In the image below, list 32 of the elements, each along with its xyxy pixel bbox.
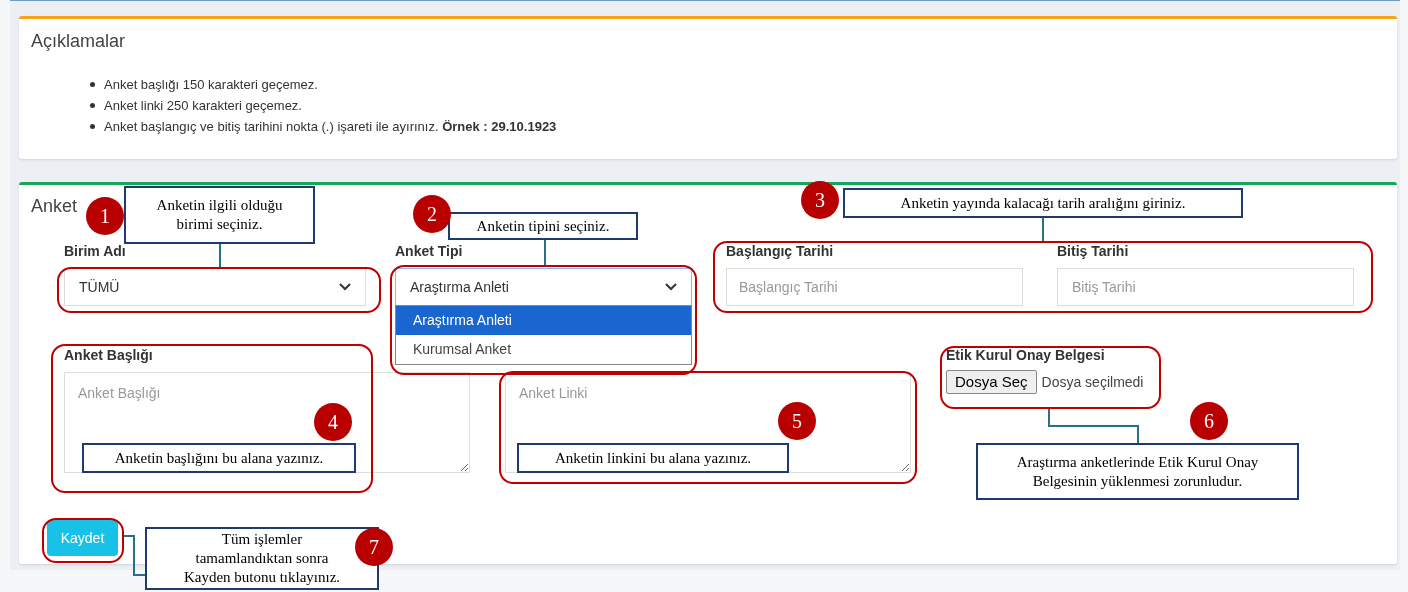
file-status: Dosya seçilmedi <box>1041 372 1144 392</box>
note-text: Anket linki 250 karakteri geçemez. <box>104 96 302 115</box>
bullet-icon <box>90 82 95 87</box>
field-label: Bitiş Tarihi <box>1057 242 1129 260</box>
dropdown-option[interactable]: Araştırma Anleti <box>396 306 691 335</box>
leader-line <box>1042 217 1044 242</box>
note-text: Anket başlangıç ve bitiş tarihini nokta (.) işareti ile ayırınız. Örnek : 29.10.1923 <box>104 117 557 136</box>
choose-file-button[interactable]: Dosya Seç <box>946 370 1037 394</box>
bullet-icon <box>90 124 95 129</box>
chevron-down-icon <box>665 283 677 291</box>
start-date-field[interactable]: Başlangıç Tarihi <box>726 268 1023 306</box>
field-label: Anket Tipi <box>395 242 463 260</box>
callout-tooltip: Anketin başlığını bu alana yazınız. <box>82 443 356 473</box>
callout-tooltip: Araştırma anketlerinde Etik Kurul Onay Belgesinin yüklenmesi zorunludur. <box>976 443 1299 500</box>
note-text: Anket başlığı 150 karakteri geçemez. <box>104 75 318 94</box>
field-label: Başlangıç Tarihi <box>726 242 834 260</box>
card-title: Anket <box>31 195 78 218</box>
card-title: Açıklamalar <box>31 30 127 53</box>
leader-line <box>544 239 546 266</box>
end-date-field[interactable]: Bitiş Tarihi <box>1057 268 1354 306</box>
field-label: Anket Başlığı <box>64 346 153 364</box>
callout-tooltip: Anketin ilgili olduğu birimi seçiniz. <box>124 186 315 244</box>
leader-line <box>123 535 146 576</box>
field-label: Birim Adı <box>64 242 126 260</box>
callout-tooltip: Anketin linkini bu alana yazınız. <box>517 443 789 473</box>
callout-tooltip: Anketin yayında kalacağı tarih aralığını giriniz. <box>843 188 1243 218</box>
bullet-icon <box>90 103 95 108</box>
unit-select[interactable]: TÜMÜ <box>64 268 366 306</box>
chevron-down-icon <box>339 283 351 291</box>
callout-tooltip: Anketin tipini seçiniz. <box>448 212 638 240</box>
leader-line <box>219 243 221 268</box>
field-label: Etik Kurul Onay Belgesi <box>946 346 1105 364</box>
